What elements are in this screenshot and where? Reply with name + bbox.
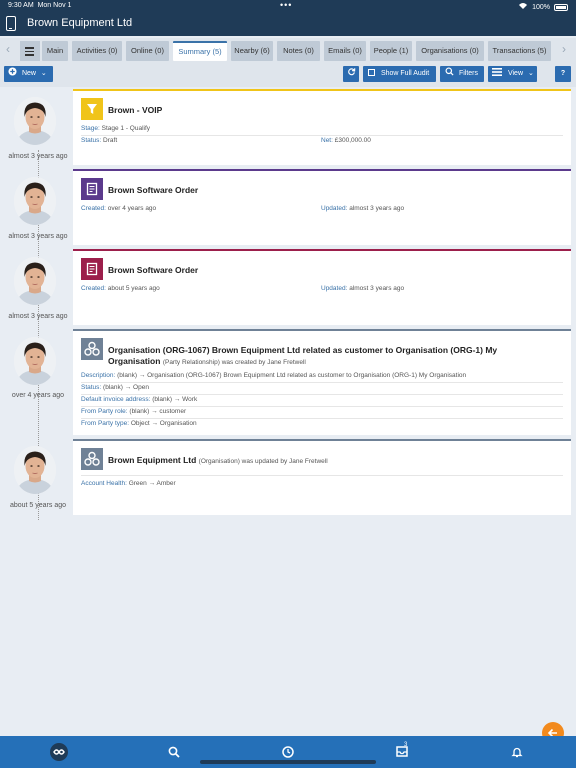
tab-notes[interactable]: Notes (0) <box>277 41 320 61</box>
status-field: Status: (blank) → Open <box>81 384 149 391</box>
inbox-icon[interactable] <box>396 744 410 762</box>
view-label: View <box>507 70 523 77</box>
party-type-field: From Party type: Object → Organisation <box>81 420 197 427</box>
tabs-scroll-right-icon[interactable]: › <box>562 42 566 56</box>
tab-nearby[interactable]: Nearby (6) <box>231 41 273 61</box>
tab-bar: ‹ Main Activities (0) Online (0) Summary… <box>0 38 576 62</box>
timeline-time: over 4 years ago <box>11 392 65 399</box>
order-icon <box>81 258 103 280</box>
timeline-time: almost 3 years ago <box>8 313 68 320</box>
bell-icon[interactable] <box>511 745 523 763</box>
card-title[interactable]: Brown - VOIP <box>108 105 162 115</box>
battery-percent: 100% <box>532 3 550 11</box>
checkbox-icon <box>368 69 375 76</box>
tab-summary[interactable]: Summary (5) <box>173 41 227 61</box>
organisation-icon <box>81 338 103 360</box>
tab-people[interactable]: People (1) <box>370 41 412 61</box>
card-title[interactable]: Brown Equipment Ltd (Organisation) was u… <box>108 455 328 465</box>
tab-activities[interactable]: Activities (0) <box>72 41 122 61</box>
list-view-icon <box>492 68 504 77</box>
status-bar: 9:30 AM Mon Nov 1 ••• 100% <box>0 0 576 12</box>
stage-field: Stage: Stage 1 - Qualify <box>81 125 151 132</box>
view-button[interactable]: View ⌄ <box>488 66 537 82</box>
timeline-time: about 5 years ago <box>9 502 67 509</box>
net-field: Net: £300,000.00 <box>321 137 371 144</box>
card-subtitle: (Organisation) was updated by Jane Fretw… <box>198 458 328 465</box>
wifi-icon <box>518 2 528 12</box>
divider <box>81 406 563 407</box>
chevron-down-icon: ⌄ <box>527 70 534 77</box>
relationship-card[interactable]: Organisation (ORG-1067) Brown Equipment … <box>73 329 571 435</box>
tabs-scroll-left-icon[interactable]: ‹ <box>6 42 10 56</box>
divider <box>81 382 563 383</box>
multitask-dots[interactable]: ••• <box>280 0 292 10</box>
plus-circle-icon <box>8 66 17 82</box>
tab-organisations[interactable]: Organisations (0) <box>416 41 484 61</box>
timeline-time: almost 3 years ago <box>8 153 68 160</box>
avatar <box>14 257 56 305</box>
divider <box>81 418 563 419</box>
menu-button[interactable] <box>20 41 40 61</box>
help-icon: ? <box>560 70 566 77</box>
search-icon[interactable] <box>168 745 180 763</box>
toolbar: New ⌄ Show Full Audit Filters View ⌄ ? <box>0 62 576 87</box>
order-icon <box>81 178 103 200</box>
card-title[interactable]: Organisation (ORG-1067) Brown Equipment … <box>108 345 497 368</box>
show-full-audit-button[interactable]: Show Full Audit <box>363 66 436 82</box>
refresh-button[interactable] <box>343 66 359 82</box>
order-card[interactable]: Brown Software Order Created: about 5 ye… <box>73 249 571 325</box>
battery-icon <box>554 3 568 11</box>
avatar <box>14 446 56 494</box>
tab-emails[interactable]: Emails (0) <box>324 41 366 61</box>
avatar <box>14 97 56 145</box>
page-title: Brown Equipment Ltd <box>27 17 133 29</box>
created-field: Created: over 4 years ago <box>81 205 157 212</box>
divider <box>81 475 563 476</box>
new-button-label: New <box>21 70 36 77</box>
timeline-time: almost 3 years ago <box>8 233 68 240</box>
filters-label: Filters <box>458 70 479 77</box>
invoice-address-field: Default invoice address: (blank) → Work <box>81 396 198 403</box>
avatar <box>14 177 56 225</box>
app-logo-icon[interactable] <box>50 743 68 766</box>
created-field: Created: about 5 years ago <box>81 285 160 292</box>
help-button[interactable]: ? <box>555 66 571 82</box>
status-field: Status: Draft <box>81 137 118 144</box>
filters-button[interactable]: Filters <box>440 66 484 82</box>
chevron-down-icon: ⌄ <box>40 70 47 77</box>
tab-main[interactable]: Main <box>42 41 68 61</box>
divider <box>81 135 563 136</box>
card-subtitle: (Party Relationship) was created by Jane… <box>162 359 306 366</box>
title-bar: Brown Equipment Ltd <box>0 12 576 36</box>
avatar <box>14 337 56 385</box>
description-field: Description: (blank) → Organisation (ORG… <box>81 372 467 379</box>
order-card[interactable]: Brown Software Order Created: over 4 yea… <box>73 169 571 245</box>
card-title[interactable]: Brown Software Order <box>108 265 198 275</box>
device-icon[interactable] <box>6 16 16 31</box>
status-right: 100% <box>518 2 568 12</box>
new-button[interactable]: New ⌄ <box>4 66 53 82</box>
party-role-field: From Party role: (blank) → customer <box>81 408 187 415</box>
card-title[interactable]: Brown Software Order <box>108 185 198 195</box>
filter-search-icon <box>445 67 456 77</box>
show-full-audit-label: Show Full Audit <box>380 70 430 77</box>
opportunity-card[interactable]: Brown - VOIP Stage: Stage 1 - Qualify St… <box>73 89 571 165</box>
home-indicator <box>200 760 376 764</box>
organisation-card[interactable]: Brown Equipment Ltd (Organisation) was u… <box>73 439 571 515</box>
divider <box>81 394 563 395</box>
updated-field: Updated: almost 3 years ago <box>321 285 405 292</box>
organisation-icon <box>81 448 103 470</box>
refresh-icon <box>347 68 356 77</box>
tab-online[interactable]: Online (0) <box>126 41 169 61</box>
funnel-icon <box>81 98 103 120</box>
status-time: 9:30 AM Mon Nov 1 <box>8 2 72 9</box>
inbox-badge: 3 <box>404 742 408 748</box>
updated-field: Updated: almost 3 years ago <box>321 205 405 212</box>
tab-transactions[interactable]: Transactions (5) <box>488 41 551 61</box>
account-health-field: Account Health: Green → Amber <box>81 480 176 487</box>
